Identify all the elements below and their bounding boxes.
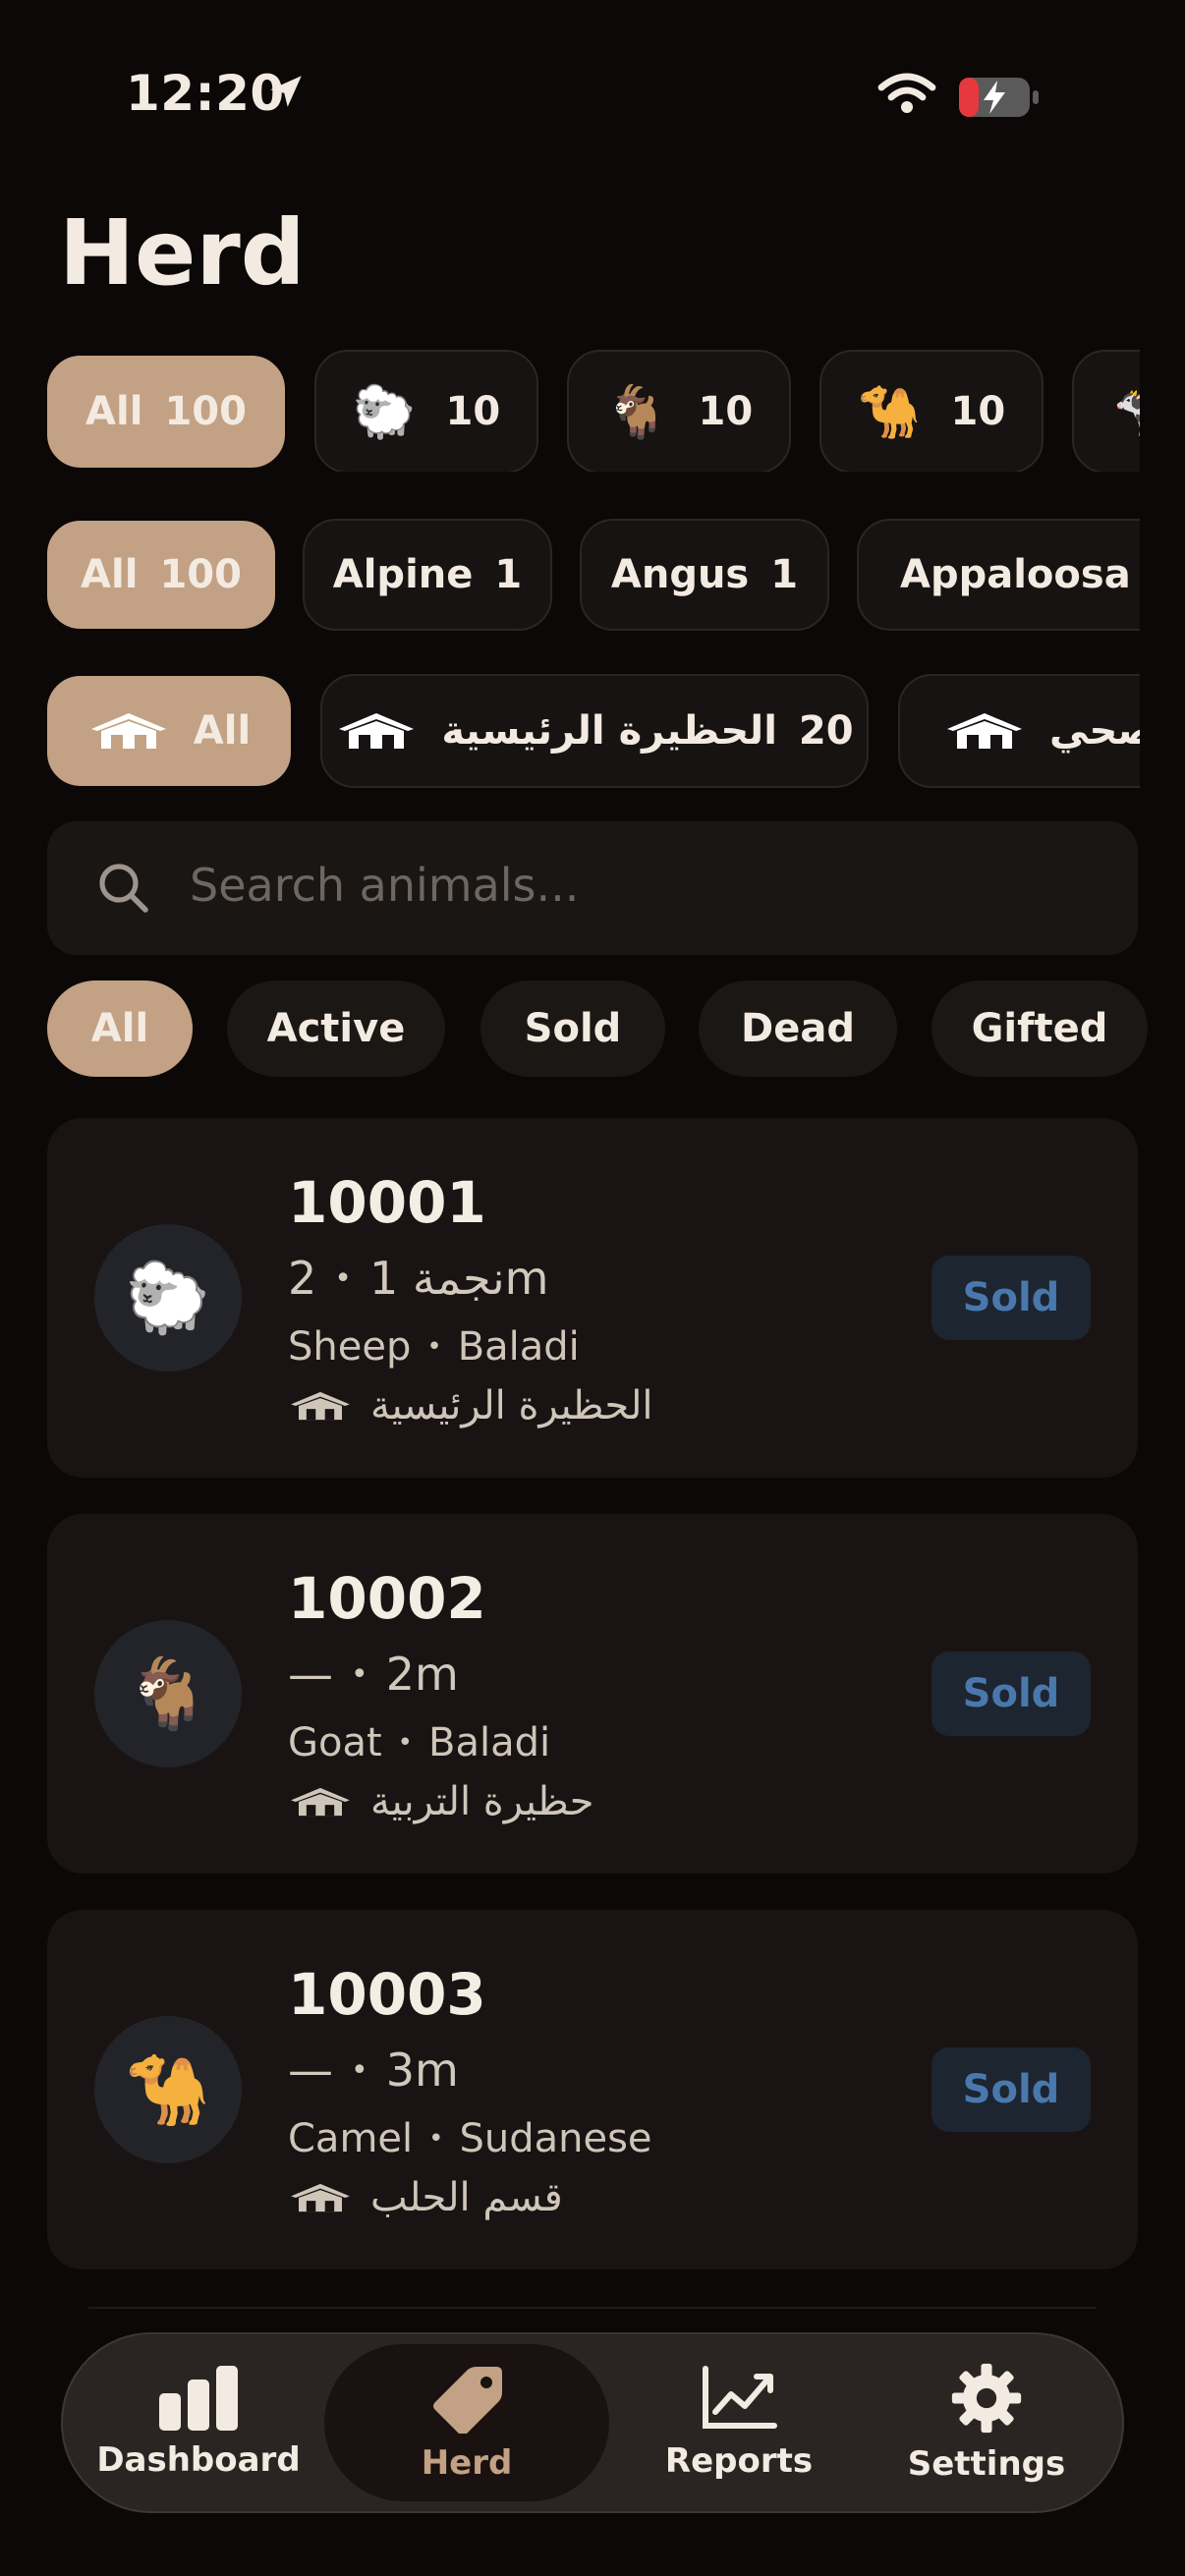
- animal-barn: قسم الحلب: [288, 2175, 563, 2220]
- goat-avatar-icon: 🐐: [94, 1620, 242, 1767]
- cow-icon: 🐄: [1113, 382, 1140, 442]
- gear-icon: [951, 2363, 1022, 2434]
- animal-species-breed: Goat • Baladi: [288, 1720, 551, 1765]
- animal-tag: 10001: [288, 1169, 486, 1236]
- search-input[interactable]: Search animals...: [47, 821, 1138, 955]
- animal-tag: 10002: [288, 1565, 486, 1632]
- species-chip-goat[interactable]: 🐐 10: [567, 350, 791, 472]
- barn-chip-all[interactable]: All: [47, 676, 291, 786]
- barn-icon: [947, 713, 1022, 749]
- status-pill-dead[interactable]: Dead: [699, 980, 897, 1077]
- tab-herd[interactable]: Herd: [324, 2344, 609, 2501]
- wifi-icon: [877, 73, 936, 113]
- status-pill-sold[interactable]: Sold: [480, 980, 665, 1077]
- page-title: Herd: [59, 200, 306, 306]
- animal-barn: حظيرة التربية: [288, 1779, 593, 1824]
- status-time: 12:20: [126, 65, 285, 122]
- status-badge: Sold: [931, 1652, 1091, 1736]
- barn-icon: [291, 2183, 350, 2212]
- tab-bar: Dashboard Herd Reports Settings: [61, 2332, 1124, 2513]
- animal-card[interactable]: 🐪 10003 — • 3m Camel • Sudanese قسم الحلب So…: [47, 1910, 1138, 2269]
- goat-icon: 🐐: [604, 382, 669, 442]
- barn-chip-health[interactable]: صحي: [898, 674, 1140, 788]
- tab-settings[interactable]: Settings: [878, 2332, 1095, 2513]
- divider: [88, 2307, 1097, 2309]
- animal-card[interactable]: 🐐 10002 — • 2m Goat • Baladi حظيرة التربية S…: [47, 1514, 1138, 1874]
- animal-species-breed: Sheep • Baladi: [288, 1324, 580, 1370]
- camel-icon: 🐪: [857, 382, 922, 442]
- breed-chip-all[interactable]: All 100: [47, 521, 275, 629]
- tab-reports[interactable]: Reports: [631, 2332, 847, 2513]
- status-badge: Sold: [931, 2047, 1091, 2132]
- barn-icon: [339, 713, 415, 749]
- status-pill-active[interactable]: Active: [227, 980, 445, 1077]
- trend-chart-icon: [703, 2366, 777, 2429]
- species-chip-all[interactable]: All 100: [47, 356, 285, 468]
- animal-species-breed: Camel • Sudanese: [288, 2116, 652, 2161]
- camel-avatar-icon: 🐪: [94, 2016, 242, 2163]
- search-placeholder: Search animals...: [190, 859, 580, 912]
- barn-chip-main[interactable]: الحظيرة الرئيسية 20: [320, 674, 869, 788]
- sheep-icon: 🐑: [352, 382, 417, 442]
- breed-chip-appaloosa[interactable]: Appaloosa1: [857, 519, 1140, 631]
- tab-dashboard[interactable]: Dashboard: [90, 2332, 307, 2513]
- species-chip-cow[interactable]: 🐄: [1072, 350, 1140, 472]
- barn-icon: [90, 713, 166, 749]
- breed-chip-alpine[interactable]: Alpine 1: [303, 519, 552, 631]
- breed-chip-angus[interactable]: Angus 1: [580, 519, 829, 631]
- species-chip-sheep[interactable]: 🐑 10: [314, 350, 538, 472]
- animal-tag: 10003: [288, 1961, 486, 2028]
- species-chip-camel[interactable]: 🐪 10: [819, 350, 1044, 472]
- battery-icon: [959, 78, 1039, 117]
- animal-name-age: — • 3m: [288, 2044, 459, 2097]
- species-filter-row: All100 🐑10 🐐10 🐪10 🐄: [0, 344, 1140, 472]
- barn-filter-row: All الحظيرة الرئيسية20 صحي: [0, 672, 1140, 800]
- animal-card[interactable]: 🐑 10001 نجمة 1•2m Sheep • Baladi الحظيرة ا…: [47, 1118, 1138, 1478]
- animal-barn: الحظيرة الرئيسية: [288, 1383, 653, 1428]
- status-badge: Sold: [931, 1256, 1091, 1340]
- breed-filter-row: All100 Alpine1 Angus1 Appaloosa1: [0, 515, 1140, 643]
- status-pill-gifted[interactable]: Gifted: [931, 980, 1148, 1077]
- animal-name-age: — • 2m: [288, 1648, 459, 1701]
- status-pill-all[interactable]: All: [47, 980, 193, 1077]
- sheep-avatar-icon: 🐑: [94, 1224, 242, 1372]
- barn-icon: [291, 1391, 350, 1421]
- animal-name-age: نجمة 1•2m: [288, 1252, 549, 1305]
- tag-icon: [433, 2367, 502, 2434]
- barn-icon: [291, 1787, 350, 1817]
- search-icon: [99, 864, 148, 913]
- bar-chart-icon: [159, 2366, 238, 2431]
- location-arrow-icon: [270, 76, 302, 107]
